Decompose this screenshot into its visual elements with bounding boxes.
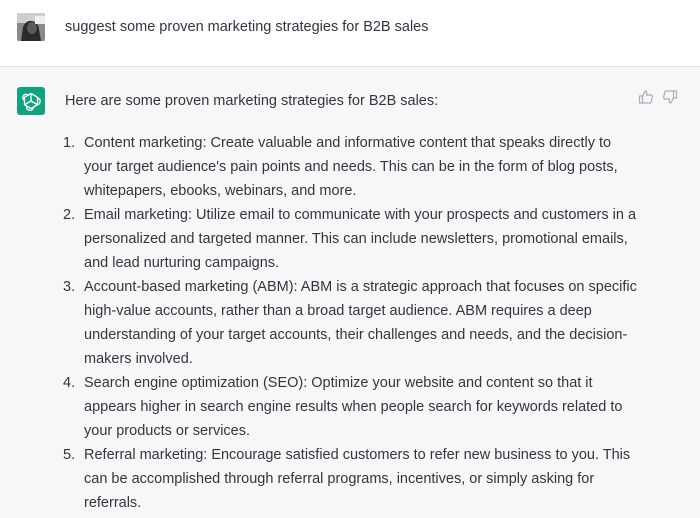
list-item-line: your products or services. xyxy=(84,423,251,439)
feedback-buttons xyxy=(638,89,678,105)
list-item: 1. Content marketing: Create valuable an… xyxy=(63,131,644,203)
list-item-line: can be accomplished through referral pro… xyxy=(84,471,595,487)
list-item-number: 1. xyxy=(63,135,76,151)
list-item-number: 4. xyxy=(63,375,76,391)
list-item-line: Content marketing: Create valuable and i… xyxy=(84,135,612,151)
user-message-row: suggest some proven marketing strategies… xyxy=(0,0,700,67)
list-item-line: understanding of your target accounts, t… xyxy=(84,327,628,343)
list-item-number: 5. xyxy=(63,447,76,463)
list-item: 3. Account-based marketing (ABM): ABM is… xyxy=(63,275,644,371)
assistant-message-row: Here are some proven marketing strategie… xyxy=(0,67,700,518)
openai-logo-icon xyxy=(17,87,45,115)
list-item: 5. Referral marketing: Encourage satisfi… xyxy=(63,443,644,515)
list-item-line: appears higher in search engine results … xyxy=(84,399,623,415)
list-item-line: high-value accounts, rather than a broad… xyxy=(84,303,592,319)
list-item-line: whitepapers, ebooks, webinars, and more. xyxy=(84,183,357,199)
list-item-line: Account-based marketing (ABM): ABM is a … xyxy=(84,279,637,295)
list-item: 2. Email marketing: Utilize email to com… xyxy=(63,203,644,275)
strategy-list: 1. Content marketing: Create valuable an… xyxy=(63,131,644,515)
assistant-intro-text: Here are some proven marketing strategie… xyxy=(65,93,439,109)
list-item-line: your target audience's pain points and n… xyxy=(84,159,618,175)
list-item-line: makers involved. xyxy=(84,351,193,367)
thumbs-down-icon[interactable] xyxy=(662,89,678,105)
list-item-line: and lead nurturing campaigns. xyxy=(84,255,280,271)
list-item-number: 2. xyxy=(63,207,76,223)
thumbs-up-icon[interactable] xyxy=(638,89,654,105)
user-message-text: suggest some proven marketing strategies… xyxy=(65,19,429,35)
list-item-line: referrals. xyxy=(84,495,142,511)
list-item-line: Search engine optimization (SEO): Optimi… xyxy=(84,375,593,391)
list-item-number: 3. xyxy=(63,279,76,295)
list-item-line: Email marketing: Utilize email to commun… xyxy=(84,207,637,223)
list-item-line: personalized and targeted manner. This c… xyxy=(84,231,628,247)
user-avatar xyxy=(17,13,45,41)
list-item: 4. Search engine optimization (SEO): Opt… xyxy=(63,371,644,443)
list-item-line: Referral marketing: Encourage satisfied … xyxy=(84,447,631,463)
